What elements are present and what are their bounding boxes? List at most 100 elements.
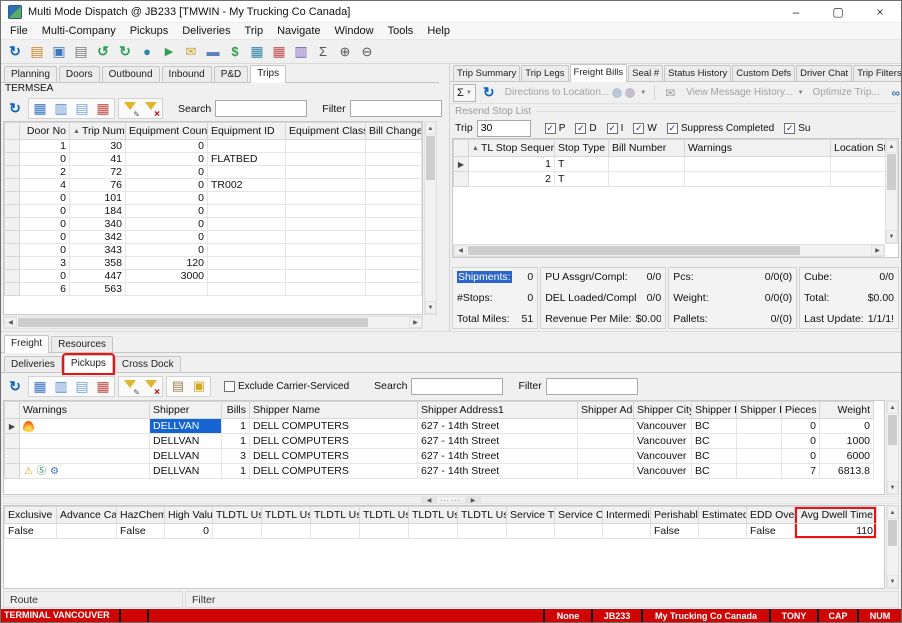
cell[interactable] [366,205,422,218]
row-selector[interactable] [5,192,20,205]
cell[interactable]: 3 [222,449,250,464]
cell[interactable] [366,192,422,205]
cell[interactable]: 0 [126,205,208,218]
col-shipper[interactable]: Shipper [150,402,222,419]
cell[interactable] [20,449,150,464]
row-selector[interactable] [5,434,20,449]
cell[interactable] [366,231,422,244]
cell[interactable] [609,172,685,187]
filter-clear-icon[interactable] [141,377,161,396]
checkbox-p[interactable]: ✓P [545,123,566,134]
cell[interactable] [578,419,634,434]
cell[interactable]: 627 - 14th Street [418,464,578,479]
cell[interactable] [366,270,422,283]
col-bills[interactable]: Bills [222,402,250,419]
col-stop-type[interactable]: Stop Type [555,140,609,157]
link-icon[interactable] [886,83,901,102]
col-door-no[interactable]: Door No [20,123,70,140]
tab-planning[interactable]: Planning [4,66,57,82]
cell[interactable] [366,166,422,179]
cell[interactable] [208,218,286,231]
cell[interactable]: 342 [70,231,126,244]
cell[interactable]: T [555,172,609,187]
cell[interactable]: 0 [20,244,70,257]
grid-view-icon[interactable] [30,377,50,396]
checkbox-i[interactable]: ✓I [607,123,624,134]
directions-icon[interactable] [159,42,179,61]
row-selector[interactable] [5,283,20,296]
chart-icon[interactable] [291,42,311,61]
row-selector[interactable] [5,153,20,166]
col-equipment-id[interactable]: Equipment ID [208,123,286,140]
scroll-down-icon[interactable]: ▼ [887,481,898,494]
current-row-marker-icon[interactable]: ▶ [5,419,20,434]
row-selector[interactable] [5,257,20,270]
row-selector[interactable] [5,218,20,231]
tab-resources[interactable]: Resources [51,336,113,352]
menu-item-window[interactable]: Window [328,24,381,38]
scroll-left-icon[interactable]: ◀ [454,245,467,256]
trip-form-icon[interactable] [49,42,69,61]
cell[interactable]: 1000 [820,434,874,449]
tab-trips[interactable]: Trips [250,65,286,83]
tab-freight[interactable]: Freight [4,335,49,353]
scroll-down-icon[interactable]: ▼ [886,230,897,243]
cell[interactable] [737,464,782,479]
copy-icon[interactable] [168,377,188,396]
cell[interactable]: 340 [70,218,126,231]
menu-item-navigate[interactable]: Navigate [270,24,327,38]
cell[interactable]: 120 [126,257,208,270]
cell[interactable] [360,524,409,539]
redo-icon[interactable] [115,42,135,61]
cell[interactable] [208,231,286,244]
close-button[interactable]: × [859,1,901,23]
optimize-trip-button[interactable]: Optimize Trip... [813,87,880,98]
planning-search-input[interactable] [215,100,307,117]
cell[interactable] [507,524,555,539]
scroll-up-icon[interactable]: ▲ [886,140,897,153]
cell[interactable] [366,244,422,257]
splitter-right-icon[interactable]: ▶ [465,497,481,503]
cell[interactable]: 0 [20,192,70,205]
zoom-out-icon[interactable] [357,42,377,61]
row-selector[interactable] [5,179,20,192]
row-selector[interactable] [5,231,20,244]
cell[interactable] [286,179,366,192]
grid-red-icon[interactable] [93,377,113,396]
checkbox-w[interactable]: ✓W [633,123,656,134]
cell[interactable]: FLATBED [208,153,286,166]
tab-seal[interactable]: Seal # [628,65,663,81]
menu-item-tools[interactable]: Tools [381,24,421,38]
cell[interactable]: BC [692,449,737,464]
cell[interactable]: 343 [70,244,126,257]
tab-inbound[interactable]: Inbound [162,66,212,82]
cell[interactable]: 0 [820,419,874,434]
cell[interactable] [286,153,366,166]
cell[interactable] [578,434,634,449]
sum-button[interactable]: Σ▼ [453,84,476,102]
truck-icon[interactable] [203,42,223,61]
cell[interactable] [208,283,286,296]
vertical-scrollbar[interactable]: ▲ ▼ [886,400,899,495]
cell[interactable]: BC [692,419,737,434]
cell[interactable] [366,218,422,231]
cell[interactable]: 3000 [126,270,208,283]
row-selector[interactable] [5,270,20,283]
cell[interactable]: 1 [20,140,70,153]
col-tl-stop-sequenc[interactable]: ▲TL Stop Sequenc [469,140,555,157]
cell[interactable] [208,257,286,270]
col-equipment-count[interactable]: Equipment Count [126,123,208,140]
cell[interactable]: False [117,524,165,539]
scroll-up-icon[interactable]: ▲ [887,401,898,414]
col-service-clas[interactable]: Service Clas [555,507,603,524]
tab-trip-summary[interactable]: Trip Summary [453,65,520,81]
col-tldtl-user[interactable]: TLDTL User [262,507,311,524]
view-message-history-button[interactable]: View Message History...▼ [686,87,803,98]
tab-status-history[interactable]: Status History [664,65,731,81]
folder-add-icon[interactable] [189,377,209,396]
filter-section[interactable]: Filter [185,591,899,608]
checkbox-su[interactable]: ✓Su [784,123,810,134]
cell[interactable] [286,166,366,179]
minimize-button[interactable]: – [775,1,817,23]
col-shipper-pro[interactable]: Shipper Pro [692,402,737,419]
